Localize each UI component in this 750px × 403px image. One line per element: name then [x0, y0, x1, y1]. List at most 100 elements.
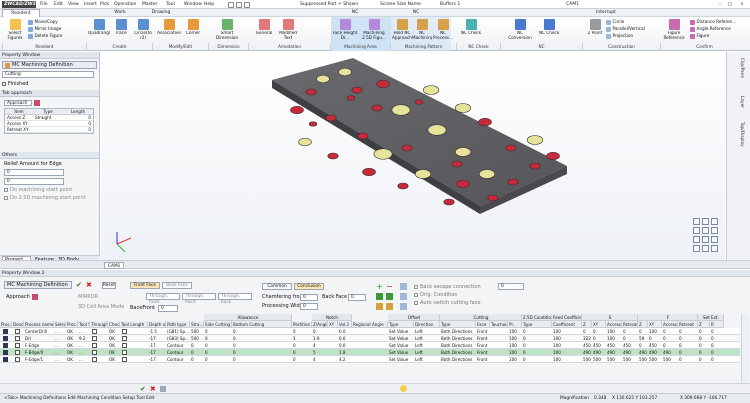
table-col-header[interactable]: Z: [582, 321, 592, 328]
table-cell[interactable]: 490: [606, 349, 622, 356]
table-cell[interactable]: 1.9: [312, 335, 328, 342]
table-col-header[interactable]: Tool Length: [120, 321, 148, 328]
close-icon[interactable]: ×: [738, 1, 746, 8]
modified-text-button[interactable]: Modified Text: [276, 19, 300, 43]
table-cell[interactable]: 100: [552, 328, 582, 335]
two-point-button[interactable]: 2 Point: [586, 19, 604, 43]
table-cell[interactable]: 500: [662, 356, 678, 363]
processing-width-input[interactable]: 0: [300, 303, 318, 310]
table-cell[interactable]: 490: [592, 349, 606, 356]
table-cell[interactable]: 4: [312, 342, 328, 349]
tab-work[interactable]: Work: [108, 9, 132, 17]
table-cell[interactable]: 0: [710, 328, 724, 335]
table-cell[interactable]: 450: [648, 342, 662, 349]
back-face-button[interactable]: Back Face: [162, 282, 192, 289]
delete-figure-button[interactable]: Delete Figure: [28, 33, 62, 39]
table-cell[interactable]: F-Edge/1: [24, 356, 54, 363]
3d-viewport[interactable]: [101, 52, 725, 260]
table-cell[interactable]: 0: [204, 328, 232, 335]
tapped-hole[interactable]: [443, 198, 455, 206]
table-cell[interactable]: OK: [108, 328, 120, 335]
table-cell[interactable]: Left: [414, 342, 440, 349]
table-cell[interactable]: Both Directions: [440, 328, 476, 335]
nc-conversion-button[interactable]: NC Conversion: [506, 19, 534, 43]
view-orientation-icon[interactable]: [693, 236, 700, 243]
table-cell[interactable]: 0: [662, 335, 678, 342]
table-cell[interactable]: CenterDrill: [24, 328, 54, 335]
redo-icon[interactable]: [244, 1, 250, 8]
table-col-header[interactable]: Coefficient: [552, 321, 582, 328]
tab-resident[interactable]: Resident: [2, 9, 40, 17]
table-cell[interactable]: 490: [638, 349, 648, 356]
view-orientation-icon[interactable]: [693, 227, 700, 234]
table-cell[interactable]: -1.5: [148, 328, 166, 335]
tapped-hole[interactable]: [325, 114, 337, 122]
table-cell[interactable]: OK: [66, 328, 78, 335]
table-col-header[interactable]: R: [710, 321, 724, 328]
table-cell[interactable]: 0: [204, 335, 232, 342]
view-orientation-icon[interactable]: [711, 218, 718, 225]
table-cell[interactable]: 490: [582, 349, 592, 356]
table-cell[interactable]: 100: [508, 349, 522, 356]
table-cell[interactable]: 490: [622, 349, 638, 356]
move-down-icon[interactable]: [386, 293, 393, 300]
table-cell[interactable]: Both Directions: [440, 335, 476, 342]
table-cell[interactable]: 4: [312, 356, 328, 363]
figure-reference-button[interactable]: Figure Reference: [662, 19, 686, 43]
table-cell[interactable]: [328, 356, 338, 363]
table-cell[interactable]: OK: [66, 356, 78, 363]
table-cell[interactable]: -17: [148, 335, 166, 342]
orig-condition-checkbox[interactable]: [414, 292, 418, 297]
table-cell[interactable]: OK: [66, 349, 78, 356]
tapped-hole[interactable]: [397, 182, 409, 190]
table-cell[interactable]: 1: [292, 335, 312, 342]
table-cell[interactable]: 0: [648, 335, 662, 342]
table-col-header[interactable]: Partition: [292, 321, 312, 328]
table-cell[interactable]: 0: [190, 342, 204, 349]
move-copy-button[interactable]: Move/Copy: [28, 19, 58, 25]
table-cell[interactable]: 0: [622, 335, 638, 342]
table-cell[interactable]: ...: [54, 356, 66, 363]
table-cell[interactable]: 0: [622, 328, 638, 335]
through-hole[interactable]: [414, 169, 432, 179]
auto-switch-checkbox[interactable]: [414, 300, 418, 305]
table-cell[interactable]: 59: [638, 335, 648, 342]
table-cell[interactable]: [328, 349, 338, 356]
table-cell[interactable]: 0: [662, 342, 678, 349]
table-cell[interactable]: 0: [292, 342, 312, 349]
tapped-hole[interactable]: [362, 167, 376, 177]
table-col-header[interactable]: Devo...: [12, 321, 24, 328]
table-cell[interactable]: 0: [232, 349, 292, 356]
machining-25d-start-option[interactable]: Do 2.5D machining start point: [4, 195, 95, 201]
table-cell[interactable]: 0.0: [338, 335, 352, 342]
table-cell[interactable]: 0: [638, 342, 648, 349]
row-option-checkbox[interactable]: [122, 336, 127, 341]
view-orientation-icon[interactable]: [711, 236, 718, 243]
copy-row-icon[interactable]: [376, 303, 383, 310]
footer-ok-icon[interactable]: ✔: [140, 385, 146, 393]
view-orientation-icon[interactable]: [711, 227, 718, 234]
table-cell[interactable]: ...: [54, 335, 66, 342]
table-col-header[interactable]: Tool Sel.: [78, 321, 90, 328]
table-cell[interactable]: 0: [522, 342, 552, 349]
table-cell[interactable]: ...: [78, 356, 90, 363]
table-col-header[interactable]: Check: [108, 321, 120, 328]
table-cell[interactable]: 0: [232, 342, 292, 349]
save-icon[interactable]: [228, 1, 234, 8]
table-cell[interactable]: Left: [414, 349, 440, 356]
add-row-icon[interactable]: +: [376, 283, 383, 291]
table-col-header[interactable]: Type: [522, 321, 552, 328]
face-height-button[interactable]: Face Height Di...: [332, 19, 358, 43]
select-figures-button[interactable]: Select Figures: [4, 19, 26, 43]
table-cell[interactable]: Set Value: [388, 356, 414, 363]
table-cell[interactable]: 450: [622, 342, 638, 349]
tapped-hole[interactable]: [290, 105, 304, 115]
table-cell[interactable]: 0: [678, 342, 698, 349]
table-col-header[interactable]: XY: [592, 321, 606, 328]
finished-checkbox[interactable]: [2, 81, 6, 86]
tab-interrupt[interactable]: Interrupt: [586, 9, 626, 17]
table-col-header[interactable]: Stra...: [190, 321, 204, 328]
table-cell[interactable]: 0: [522, 328, 552, 335]
approach-icon[interactable]: [34, 99, 40, 106]
table-cell[interactable]: Set Value: [388, 349, 414, 356]
